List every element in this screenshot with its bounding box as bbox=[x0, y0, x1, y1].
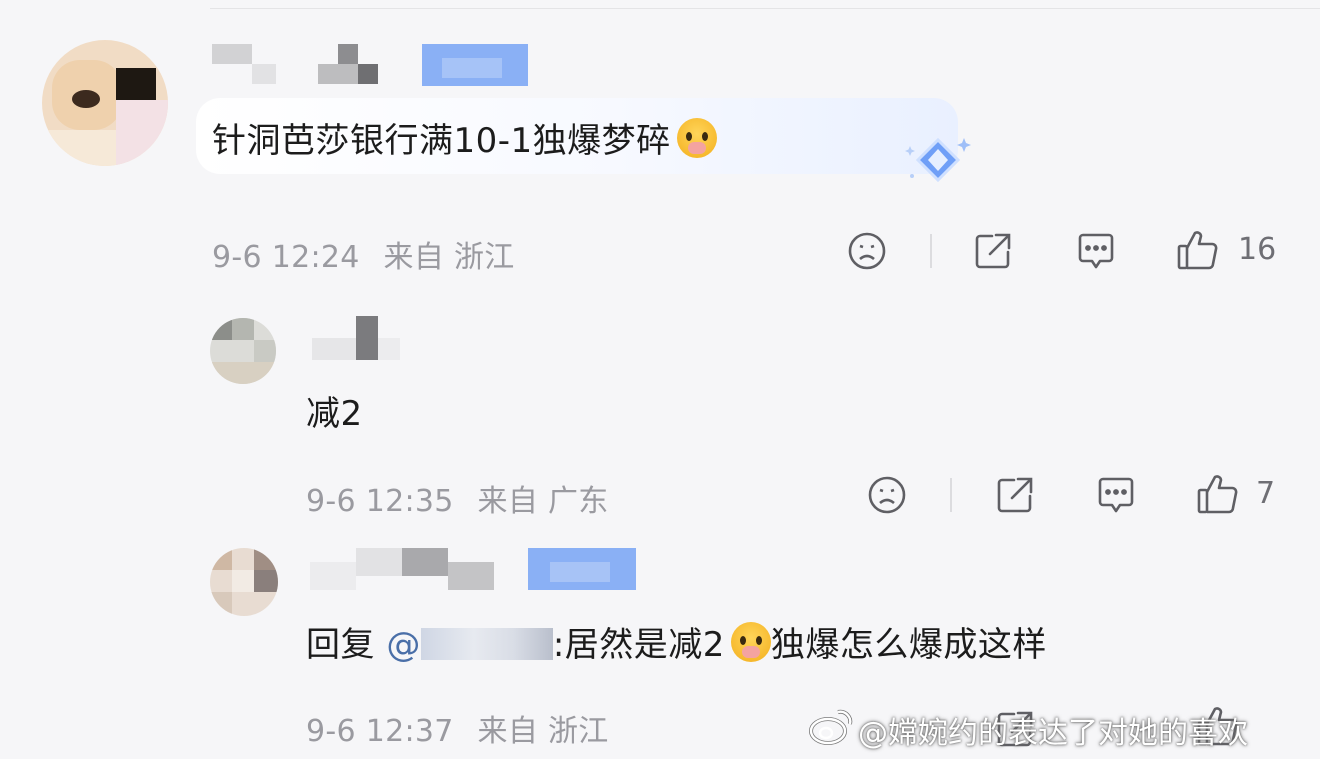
action-divider bbox=[950, 478, 952, 512]
share-icon[interactable] bbox=[972, 230, 1014, 272]
comment-icon[interactable] bbox=[1094, 474, 1138, 516]
reply-text: 回复 @:居然是减2 独爆怎么爆成这样 bbox=[306, 622, 1047, 665]
comment-text: 针洞芭莎银行满10-1独爆梦碎 bbox=[212, 118, 717, 161]
dislike-face-icon[interactable] bbox=[866, 474, 908, 516]
timestamp: 9-6 12:37 bbox=[306, 714, 454, 749]
comment-icon[interactable] bbox=[1074, 230, 1118, 272]
crying-emoji-icon bbox=[676, 118, 717, 158]
comment-text: 减2 bbox=[306, 394, 363, 434]
mention-link[interactable]: @ bbox=[386, 625, 553, 665]
crying-emoji-icon bbox=[730, 622, 771, 662]
username-masked[interactable] bbox=[312, 316, 442, 360]
avatar[interactable] bbox=[210, 318, 276, 384]
watermark: @嫦婉约的表达了对她的喜欢 bbox=[858, 716, 1248, 751]
diamond-badge-icon bbox=[902, 132, 978, 190]
action-divider bbox=[930, 234, 932, 268]
from-label: 来自 bbox=[383, 240, 445, 275]
timestamp: 9-6 12:24 bbox=[212, 240, 360, 275]
avatar[interactable] bbox=[210, 548, 278, 616]
username-masked[interactable] bbox=[310, 548, 636, 590]
comment-meta: 9-6 12:37 来自 浙江 bbox=[306, 706, 609, 750]
like-thumb-icon[interactable] bbox=[1196, 472, 1240, 516]
from-label: 来自 bbox=[477, 714, 539, 749]
comment-meta: 9-6 12:35 来自 广东 bbox=[306, 476, 609, 520]
dislike-face-icon[interactable] bbox=[846, 230, 888, 272]
from-label: 来自 bbox=[477, 484, 539, 519]
location: 广东 bbox=[548, 484, 609, 519]
comment-meta: 9-6 12:24 来自 浙江 bbox=[212, 232, 515, 276]
like-count: 7 bbox=[1256, 476, 1276, 511]
reply-prefix: 回复 bbox=[306, 625, 375, 665]
like-thumb-icon[interactable] bbox=[1176, 228, 1220, 272]
avatar[interactable] bbox=[42, 40, 168, 166]
top-divider bbox=[210, 8, 1320, 9]
weibo-logo-icon bbox=[808, 706, 854, 750]
username-masked[interactable] bbox=[212, 44, 532, 86]
timestamp: 9-6 12:35 bbox=[306, 484, 454, 519]
share-icon[interactable] bbox=[994, 474, 1036, 516]
location: 浙江 bbox=[548, 714, 609, 749]
location: 浙江 bbox=[454, 240, 515, 275]
like-count: 16 bbox=[1238, 232, 1277, 267]
